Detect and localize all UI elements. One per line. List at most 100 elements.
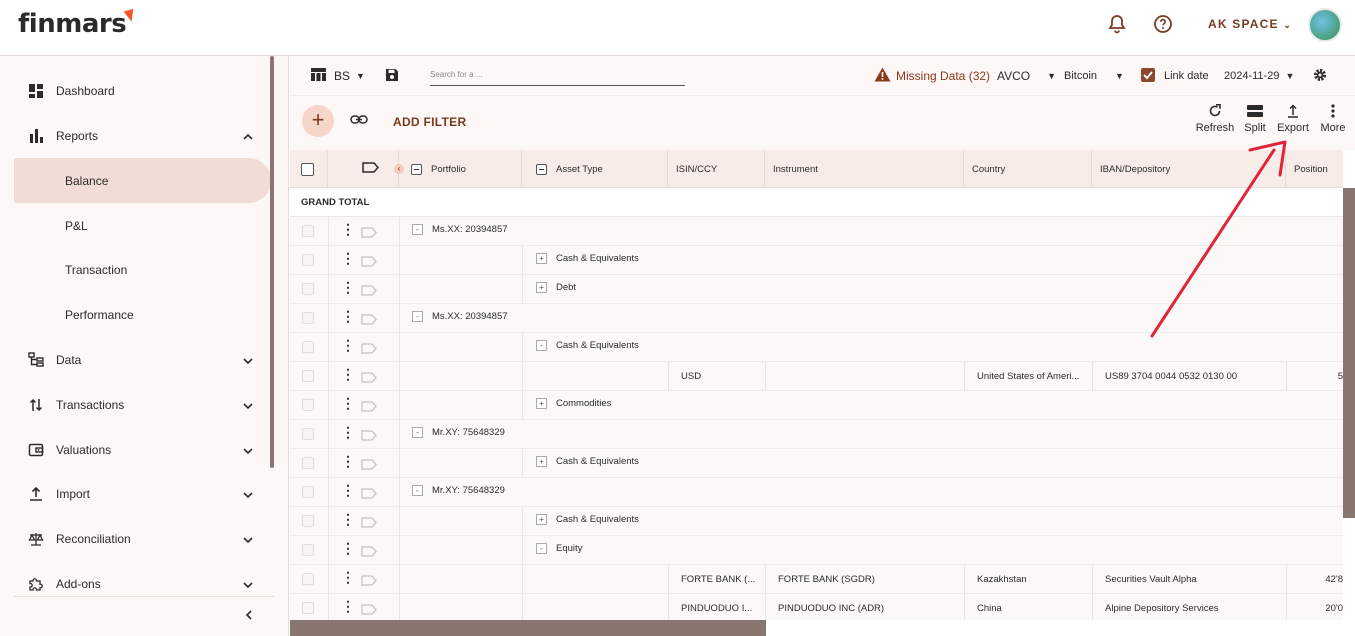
link-date-checkbox[interactable]: Link date xyxy=(1141,56,1209,96)
table-row[interactable]: ⋮ + Cash & Equivalents xyxy=(290,507,1343,536)
export-button[interactable]: Export xyxy=(1271,104,1315,134)
sidebar-item-transactions[interactable]: Transactions xyxy=(0,383,270,427)
help-icon[interactable] xyxy=(1153,14,1173,34)
row-checkbox[interactable] xyxy=(302,341,314,353)
bell-icon[interactable] xyxy=(1108,14,1128,34)
avatar[interactable] xyxy=(1308,8,1342,42)
table-row[interactable]: ⋮ - Equity xyxy=(290,536,1343,565)
sidebar-item-import[interactable]: Import xyxy=(0,472,270,516)
row-checkbox[interactable] xyxy=(302,283,314,295)
table-row[interactable]: ⋮ + Cash & Equivalents xyxy=(290,449,1343,478)
row-menu-icon[interactable]: ⋮ xyxy=(341,251,355,265)
table-row[interactable]: ⋮ + Commodities xyxy=(290,391,1343,420)
sidebar-item-valuations[interactable]: Valuations xyxy=(0,428,270,472)
row-menu-icon[interactable]: ⋮ xyxy=(341,541,355,555)
missing-data-button[interactable]: Missing Data (32) xyxy=(874,56,990,96)
row-checkbox[interactable] xyxy=(302,486,314,498)
sidebar-item-balance[interactable]: Balance xyxy=(0,159,270,203)
row-menu-icon[interactable]: ⋮ xyxy=(341,425,355,439)
row-tag-icon[interactable] xyxy=(361,515,377,528)
table-row[interactable]: ⋮ + Debt xyxy=(290,275,1343,304)
add-button[interactable]: + xyxy=(302,105,334,137)
sidebar-item-reports[interactable]: Reports xyxy=(0,114,270,158)
row-checkbox[interactable] xyxy=(302,515,314,527)
select-all-checkbox[interactable] xyxy=(301,162,314,176)
asset-type-group[interactable]: + Cash & Equivalents xyxy=(536,253,639,264)
portfolio-group[interactable]: - Ms.XX: 20394857 xyxy=(412,311,508,322)
grid-horizontal-scrollbar[interactable] xyxy=(290,620,1355,636)
row-checkbox[interactable] xyxy=(302,602,314,614)
row-checkbox[interactable] xyxy=(302,544,314,556)
date-picker[interactable]: 2024-11-29 ▼ xyxy=(1224,56,1294,96)
column-header-iban[interactable]: IBAN/Depository xyxy=(1092,150,1286,188)
collapse-sidebar-chevron-left-icon[interactable] xyxy=(244,608,254,624)
expand-toggle-icon[interactable]: + xyxy=(536,282,547,293)
table-row[interactable]: ⋮ FORTE BANK (... FORTE BANK (SGDR) Kazakhs… xyxy=(290,565,1343,594)
sidebar-item-dashboard[interactable]: Dashboard xyxy=(0,69,270,113)
table-row[interactable]: ⋮ - Cash & Equivalents xyxy=(290,333,1343,362)
row-tag-icon[interactable] xyxy=(361,457,377,470)
portfolio-group[interactable]: - Mr.XY: 75648329 xyxy=(412,485,505,496)
column-header-asset-type[interactable]: Asset Type xyxy=(522,150,668,188)
row-menu-icon[interactable]: ⋮ xyxy=(341,338,355,352)
table-row[interactable]: ⋮ - Mr.XY: 75648329 xyxy=(290,420,1343,449)
row-menu-icon[interactable]: ⋮ xyxy=(341,599,355,613)
asset-type-group[interactable]: - Cash & Equivalents xyxy=(536,340,639,351)
expand-toggle-icon[interactable]: + xyxy=(536,253,547,264)
table-row[interactable]: ⋮ - Ms.XX: 20394857 xyxy=(290,217,1343,246)
expand-toggle-icon[interactable]: - xyxy=(412,427,423,438)
sidebar-item-data[interactable]: Data xyxy=(0,338,270,382)
add-filter-button[interactable]: ADD FILTER xyxy=(393,115,466,129)
asset-type-group[interactable]: - Equity xyxy=(536,543,582,554)
asset-type-group[interactable]: + Cash & Equivalents xyxy=(536,514,639,525)
row-checkbox[interactable] xyxy=(302,399,314,411)
finmars-logo[interactable]: finmars xyxy=(18,8,137,39)
portfolio-group[interactable]: - Mr.XY: 75648329 xyxy=(412,427,505,438)
row-menu-icon[interactable]: ⋮ xyxy=(341,512,355,526)
sidebar-item-reconciliation[interactable]: Reconciliation xyxy=(0,517,270,561)
table-row[interactable]: ⋮ USD United States of Ameri... US89 3704 0… xyxy=(290,362,1343,391)
row-checkbox[interactable] xyxy=(302,428,314,440)
row-tag-icon[interactable] xyxy=(361,573,377,586)
row-menu-icon[interactable]: ⋮ xyxy=(341,454,355,468)
column-header-portfolio[interactable]: ‹ Portfolio xyxy=(394,150,522,188)
row-checkbox[interactable] xyxy=(302,573,314,585)
column-header-country[interactable]: Country xyxy=(964,150,1092,188)
collapse-portfolio-icon[interactable] xyxy=(411,163,422,175)
table-row[interactable]: ⋮ + Cash & Equivalents xyxy=(290,246,1343,275)
link-icon[interactable] xyxy=(350,113,368,131)
row-menu-icon[interactable]: ⋮ xyxy=(341,367,355,381)
collapse-asset-type-icon[interactable] xyxy=(536,163,547,175)
asset-type-group[interactable]: + Debt xyxy=(536,282,576,293)
more-button[interactable]: More xyxy=(1311,104,1355,134)
row-tag-icon[interactable] xyxy=(361,370,377,383)
row-menu-icon[interactable]: ⋮ xyxy=(341,396,355,410)
table-row[interactable]: ⋮ PINDUODUO I... PINDUODUO INC (ADR) China A… xyxy=(290,594,1343,620)
row-tag-icon[interactable] xyxy=(361,283,377,296)
column-header-isin[interactable]: ISIN/CCY xyxy=(668,150,765,188)
sidebar-item-transaction[interactable]: Transaction xyxy=(0,248,270,292)
expand-toggle-icon[interactable]: - xyxy=(536,340,547,351)
row-tag-icon[interactable] xyxy=(361,254,377,267)
row-checkbox[interactable] xyxy=(302,370,314,382)
row-menu-icon[interactable]: ⋮ xyxy=(341,222,355,236)
sidebar-item-pnl[interactable]: P&L xyxy=(0,204,270,248)
portfolio-group[interactable]: - Ms.XX: 20394857 xyxy=(412,224,508,235)
chevron-left-icon[interactable]: ‹ xyxy=(394,164,404,174)
expand-toggle-icon[interactable]: + xyxy=(536,456,547,467)
row-tag-icon[interactable] xyxy=(361,486,377,499)
asset-type-group[interactable]: + Cash & Equivalents xyxy=(536,456,639,467)
expand-toggle-icon[interactable]: + xyxy=(536,398,547,409)
row-tag-icon[interactable] xyxy=(361,602,377,615)
expand-toggle-icon[interactable]: - xyxy=(412,485,423,496)
expand-toggle-icon[interactable]: - xyxy=(412,224,423,235)
table-row[interactable]: ⋮ - Ms.XX: 20394857 xyxy=(290,304,1343,333)
grid-vertical-scrollbar[interactable] xyxy=(1343,150,1355,620)
row-menu-icon[interactable]: ⋮ xyxy=(341,570,355,584)
row-checkbox[interactable] xyxy=(302,312,314,324)
expand-toggle-icon[interactable]: + xyxy=(536,514,547,525)
column-header-position[interactable]: Position xyxy=(1286,150,1343,188)
space-selector[interactable]: AK SPACE ⌄ xyxy=(1208,17,1291,31)
sidebar-item-addons[interactable]: Add-ons xyxy=(0,562,270,606)
row-menu-icon[interactable]: ⋮ xyxy=(341,309,355,323)
